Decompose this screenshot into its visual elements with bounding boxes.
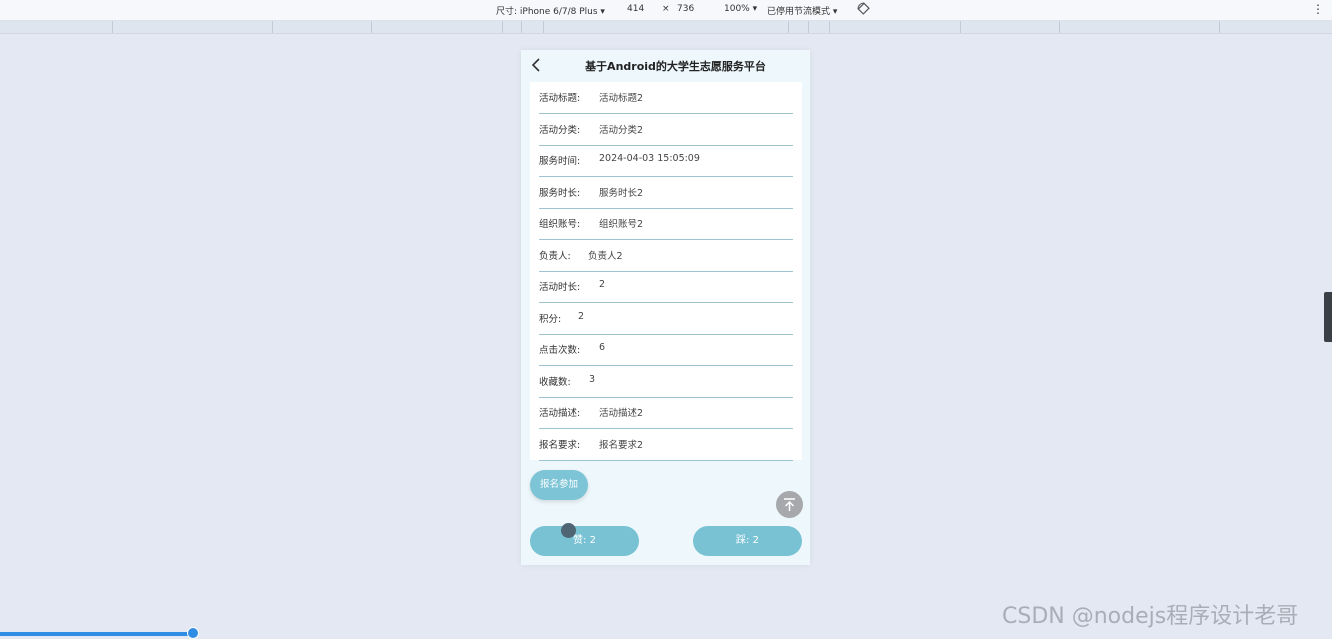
detail-row-clicks: 点击次数: 6 <box>539 334 793 366</box>
detail-value: 活动分类2 <box>599 125 644 136</box>
detail-row-activity-duration: 活动时长: 2 <box>539 271 793 303</box>
detail-label: 报名要求: <box>539 440 581 451</box>
detail-row-points: 积分: 2 <box>539 303 793 335</box>
detail-row-favorites: 收藏数: 3 <box>539 366 793 398</box>
detail-value: 6 <box>599 342 606 353</box>
detail-value: 负责人2 <box>588 251 623 262</box>
touch-cursor <box>561 523 576 538</box>
detail-value: 活动标题2 <box>599 93 644 104</box>
detail-label: 组织账号: <box>539 219 581 230</box>
detail-value: 活动描述2 <box>599 408 644 419</box>
page-title: 基于Android的大学生志愿服务平台 <box>585 60 766 73</box>
rotate-icon[interactable] <box>857 2 871 16</box>
height-input[interactable]: 736 <box>677 4 694 14</box>
detail-card: 活动标题: 活动标题2 活动分类: 活动分类2 服务时间: 2024-04-03… <box>530 82 802 461</box>
detail-row-title: 活动标题: 活动标题2 <box>539 82 793 114</box>
detail-label: 活动标题: <box>539 93 581 104</box>
join-button[interactable]: 报名参加 <box>530 470 588 500</box>
detail-row-category: 活动分类: 活动分类2 <box>539 114 793 146</box>
nav-bar: 基于Android的大学生志愿服务平台 <box>521 50 810 82</box>
media-query-ruler[interactable] <box>0 21 1332 34</box>
side-handle[interactable] <box>1324 292 1332 342</box>
device-toolbar: 尺寸: iPhone 6/7/8 Plus ▾ 414 × 736 100% ▾… <box>0 0 1332 21</box>
detail-value: 组织账号2 <box>599 219 644 230</box>
like-button[interactable]: 赞: 2 <box>530 526 639 556</box>
detail-row-description: 活动描述: 活动描述2 <box>539 397 793 429</box>
detail-label: 活动分类: <box>539 125 581 136</box>
detail-value: 3 <box>589 374 596 385</box>
detail-value: 2 <box>599 279 606 290</box>
watermark: CSDN @nodejs程序设计老哥 <box>1002 604 1299 629</box>
width-input[interactable]: 414 <box>627 4 644 14</box>
detail-value: 报名要求2 <box>599 440 644 451</box>
detail-value: 2 <box>578 311 585 322</box>
dimension-separator: × <box>662 4 670 14</box>
detail-value: 服务时长2 <box>599 188 644 199</box>
zoom-select[interactable]: 100% ▾ <box>724 4 757 14</box>
detail-label: 收藏数: <box>539 377 571 388</box>
back-to-top-icon[interactable] <box>776 491 803 518</box>
throttle-select[interactable]: 已停用节流模式 ▾ <box>767 4 837 17</box>
progress-knob[interactable] <box>187 627 199 639</box>
detail-label: 服务时长: <box>539 188 581 199</box>
more-options-icon[interactable]: ⋮ <box>1312 2 1324 16</box>
detail-label: 服务时间: <box>539 156 581 167</box>
detail-row-org-account: 组织账号: 组织账号2 <box>539 208 793 240</box>
detail-row-owner: 负责人: 负责人2 <box>539 240 793 272</box>
detail-value: 2024-04-03 15:05:09 <box>599 153 700 164</box>
detail-label: 积分: <box>539 314 562 325</box>
detail-row-service-time: 服务时间: 2024-04-03 15:05:09 <box>539 145 793 177</box>
dislike-button[interactable]: 踩: 2 <box>693 526 802 556</box>
detail-label: 活动时长: <box>539 282 581 293</box>
detail-label: 点击次数: <box>539 345 581 356</box>
video-progress-bar[interactable] <box>0 632 193 636</box>
detail-row-requirements: 报名要求: 报名要求2 <box>539 429 793 461</box>
back-arrow-icon[interactable] <box>529 57 545 73</box>
detail-row-service-duration: 服务时长: 服务时长2 <box>539 177 793 209</box>
phone-viewport: 基于Android的大学生志愿服务平台 活动标题: 活动标题2 活动分类: 活动… <box>521 50 810 565</box>
detail-label: 活动描述: <box>539 408 581 419</box>
device-select[interactable]: 尺寸: iPhone 6/7/8 Plus ▾ <box>496 4 605 17</box>
detail-label: 负责人: <box>539 251 571 262</box>
